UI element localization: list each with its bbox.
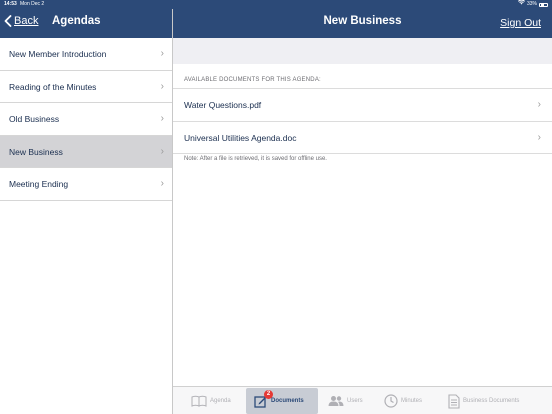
chevron-left-icon: [4, 15, 12, 27]
users-icon: [328, 396, 344, 406]
back-button[interactable]: Back: [4, 15, 38, 27]
tab-business-documents[interactable]: Business Documents: [448, 388, 519, 414]
status-right: 33%: [517, 0, 548, 9]
battery-percent: 33%: [526, 1, 537, 7]
document-item-label: Universal Utilities Agenda.doc: [184, 132, 297, 143]
pane-divider: [172, 9, 173, 414]
document-list: Water Questions.pdf › Universal Utilitie…: [173, 88, 552, 154]
agenda-item-old-business[interactable]: Old Business ›: [0, 103, 172, 136]
document-item-label: Water Questions.pdf: [184, 100, 262, 110]
page-title: New Business: [323, 15, 402, 27]
wifi-icon: [517, 0, 525, 9]
agenda-item-label: Reading of the Minutes: [9, 81, 97, 92]
clock-icon: [384, 394, 398, 408]
tab-minutes[interactable]: Minutes: [384, 388, 422, 414]
tab-label: Agenda: [210, 398, 231, 404]
status-date: Mon Dec 2: [20, 1, 45, 7]
tab-bar: Agenda 2 Documents Users Minutes Busines…: [173, 386, 552, 414]
chevron-right-icon: ›: [160, 80, 164, 92]
tab-label: Documents: [271, 398, 304, 404]
offline-note: Note: After a file is retrieved, it is s…: [184, 156, 327, 162]
chevron-right-icon: ›: [160, 145, 164, 157]
agenda-item-label: New Business: [9, 146, 63, 157]
document-item-universal-utilities-agenda[interactable]: Universal Utilities Agenda.doc ›: [173, 121, 552, 154]
agenda-item-new-business[interactable]: New Business ›: [0, 135, 172, 168]
chevron-right-icon: ›: [160, 178, 164, 189]
chevron-right-icon: ›: [537, 131, 541, 143]
chevron-right-icon: ›: [537, 99, 541, 110]
agenda-item-new-member-introduction[interactable]: New Member Introduction ›: [0, 38, 172, 71]
back-label: Back: [14, 15, 39, 27]
document-icon: [448, 393, 460, 409]
document-item-water-questions[interactable]: Water Questions.pdf ›: [173, 89, 552, 122]
agenda-item-label: Meeting Ending: [9, 179, 69, 189]
left-pane-title: Agendas: [52, 15, 101, 27]
status-time: 14:53: [4, 1, 17, 7]
sign-out-button[interactable]: Sign Out: [500, 17, 541, 29]
chevron-right-icon: ›: [160, 48, 164, 59]
battery-icon: [539, 2, 548, 7]
notification-badge: 2: [264, 390, 273, 399]
header-spacer: [173, 38, 552, 64]
agenda-item-reading-of-the-minutes[interactable]: Reading of the Minutes ›: [0, 70, 172, 103]
agenda-item-meeting-ending[interactable]: Meeting Ending ›: [0, 168, 172, 201]
agenda-item-label: New Member Introduction: [9, 49, 107, 59]
right-navigation-bar: New Business Sign Out: [173, 9, 552, 38]
book-icon: [191, 395, 207, 407]
agenda-list: New Member Introduction › Reading of the…: [0, 38, 172, 201]
tab-label: Users: [347, 398, 363, 404]
left-navigation-bar: Back Agendas: [0, 9, 172, 38]
tab-label: Minutes: [401, 398, 423, 404]
status-bar: 14:53 Mon Dec 2 33%: [0, 0, 552, 9]
tab-label: Business Documents: [463, 398, 520, 404]
tab-documents[interactable]: 2 Documents: [246, 388, 318, 414]
chevron-right-icon: ›: [160, 113, 164, 124]
section-header: AVAILABLE DOCUMENTS FOR THIS AGENDA:: [184, 77, 321, 83]
tab-agenda[interactable]: Agenda: [191, 388, 231, 414]
agenda-item-label: Old Business: [9, 114, 60, 124]
tab-users[interactable]: Users: [328, 388, 363, 414]
